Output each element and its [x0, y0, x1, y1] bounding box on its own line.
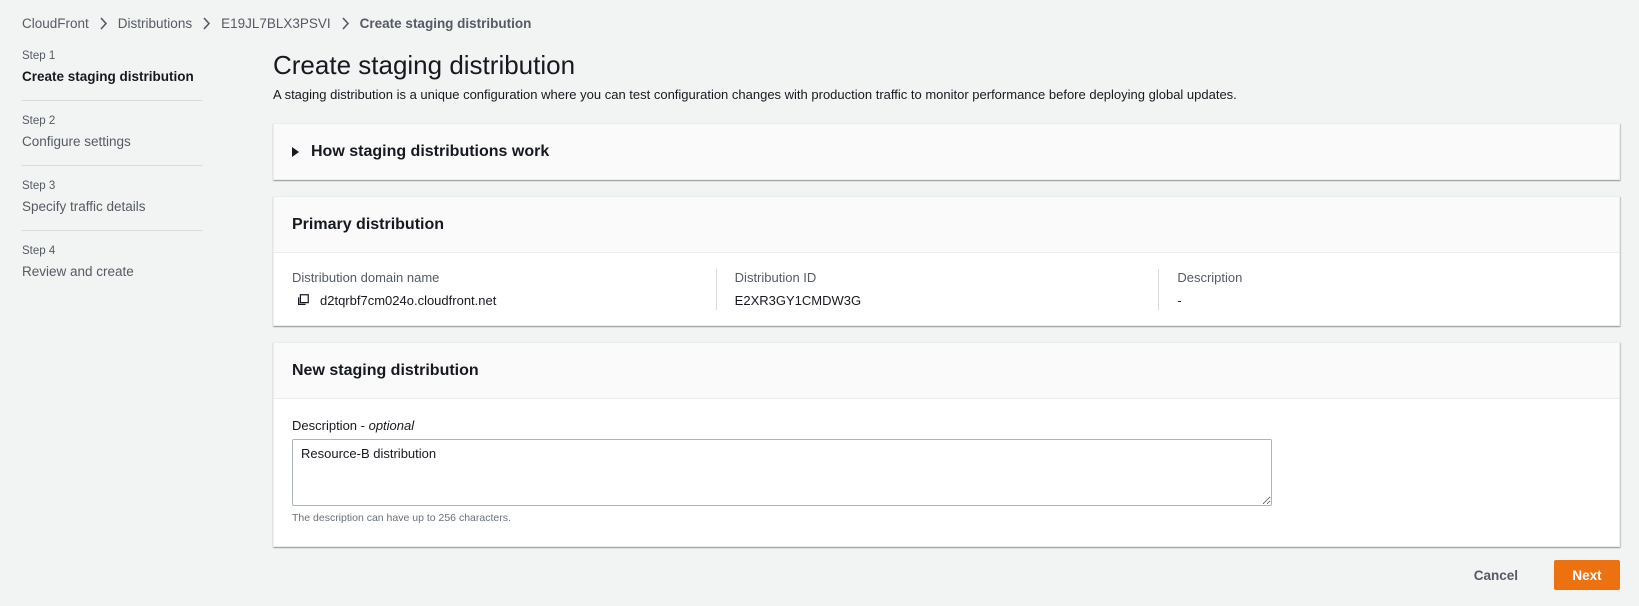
description-hint: The description can have up to 256 chara… — [292, 512, 511, 524]
step-3: Step 3 Specify traffic details — [22, 178, 202, 231]
main-content: Create staging distribution A staging di… — [273, 48, 1620, 547]
step-number: Step 2 — [22, 115, 56, 127]
step-1: Step 1 Create staging distribution — [22, 48, 202, 101]
wizard-actions: Cancel Next — [1454, 560, 1620, 590]
step-4: Step 4 Review and create — [22, 243, 202, 295]
description-label: Description — [1177, 270, 1243, 285]
breadcrumb-distribution-id[interactable]: E19JL7BLX3PSVI — [221, 16, 331, 31]
new-staging-header: New staging distribution — [274, 343, 1619, 399]
optional-label: optional — [368, 418, 415, 433]
distribution-id-kv: Distribution ID E2XR3GY1CMDW3G — [715, 269, 1159, 310]
how-it-works-toggle[interactable]: How staging distributions work — [274, 124, 1619, 179]
domain-name-kv: Distribution domain name d2tqrbf7cm024o.… — [292, 269, 716, 310]
step-2: Step 2 Configure settings — [22, 113, 202, 166]
next-button[interactable]: Next — [1554, 560, 1620, 590]
breadcrumb-cloudfront[interactable]: CloudFront — [22, 16, 89, 31]
domain-name-value: d2tqrbf7cm024o.cloudfront.net — [320, 293, 497, 308]
step-label: Configure settings — [22, 134, 131, 149]
domain-name-label: Distribution domain name — [292, 270, 440, 285]
page-description: A staging distribution is a unique confi… — [273, 87, 1237, 102]
step-label: Specify traffic details — [22, 199, 146, 214]
caret-right-icon — [292, 146, 299, 157]
chevron-right-icon — [99, 16, 108, 30]
how-it-works-panel: How staging distributions work — [273, 123, 1620, 180]
domain-name-row: d2tqrbf7cm024o.cloudfront.net — [292, 292, 696, 310]
cancel-button[interactable]: Cancel — [1454, 560, 1538, 590]
description-field-label: Description - optional — [274, 399, 1619, 435]
new-staging-panel: New staging distribution Description - o… — [273, 342, 1620, 547]
distribution-id-label: Distribution ID — [734, 270, 817, 285]
breadcrumb-distributions[interactable]: Distributions — [118, 16, 192, 31]
step-number: Step 4 — [22, 245, 56, 257]
primary-distribution-header: Primary distribution — [274, 197, 1619, 253]
description-field-label-text: Description — [292, 418, 358, 433]
chevron-right-icon — [341, 16, 350, 30]
breadcrumb: CloudFront Distributions E19JL7BLX3PSVI … — [22, 13, 531, 33]
step-number: Step 3 — [22, 180, 56, 192]
primary-details: Distribution domain name d2tqrbf7cm024o.… — [274, 253, 1619, 310]
copy-icon[interactable] — [296, 293, 312, 309]
wizard-steps: Step 1 Create staging distribution Step … — [22, 48, 202, 307]
distribution-id-value: E2XR3GY1CMDW3G — [734, 293, 862, 308]
step-number: Step 1 — [22, 50, 56, 62]
chevron-right-icon — [202, 16, 211, 30]
description-textarea[interactable]: Resource-B distribution — [292, 439, 1272, 506]
primary-distribution-panel: Primary distribution Distribution domain… — [273, 196, 1620, 326]
description-value: - — [1177, 293, 1182, 308]
breadcrumb-current: Create staging distribution — [359, 15, 532, 31]
step-label: Review and create — [22, 264, 134, 279]
label-separator: - — [357, 418, 369, 433]
step-label: Create staging distribution — [22, 69, 194, 84]
how-it-works-title: How staging distributions work — [311, 142, 550, 160]
page-title: Create staging distribution — [273, 50, 576, 80]
description-kv: Description - — [1158, 269, 1601, 310]
